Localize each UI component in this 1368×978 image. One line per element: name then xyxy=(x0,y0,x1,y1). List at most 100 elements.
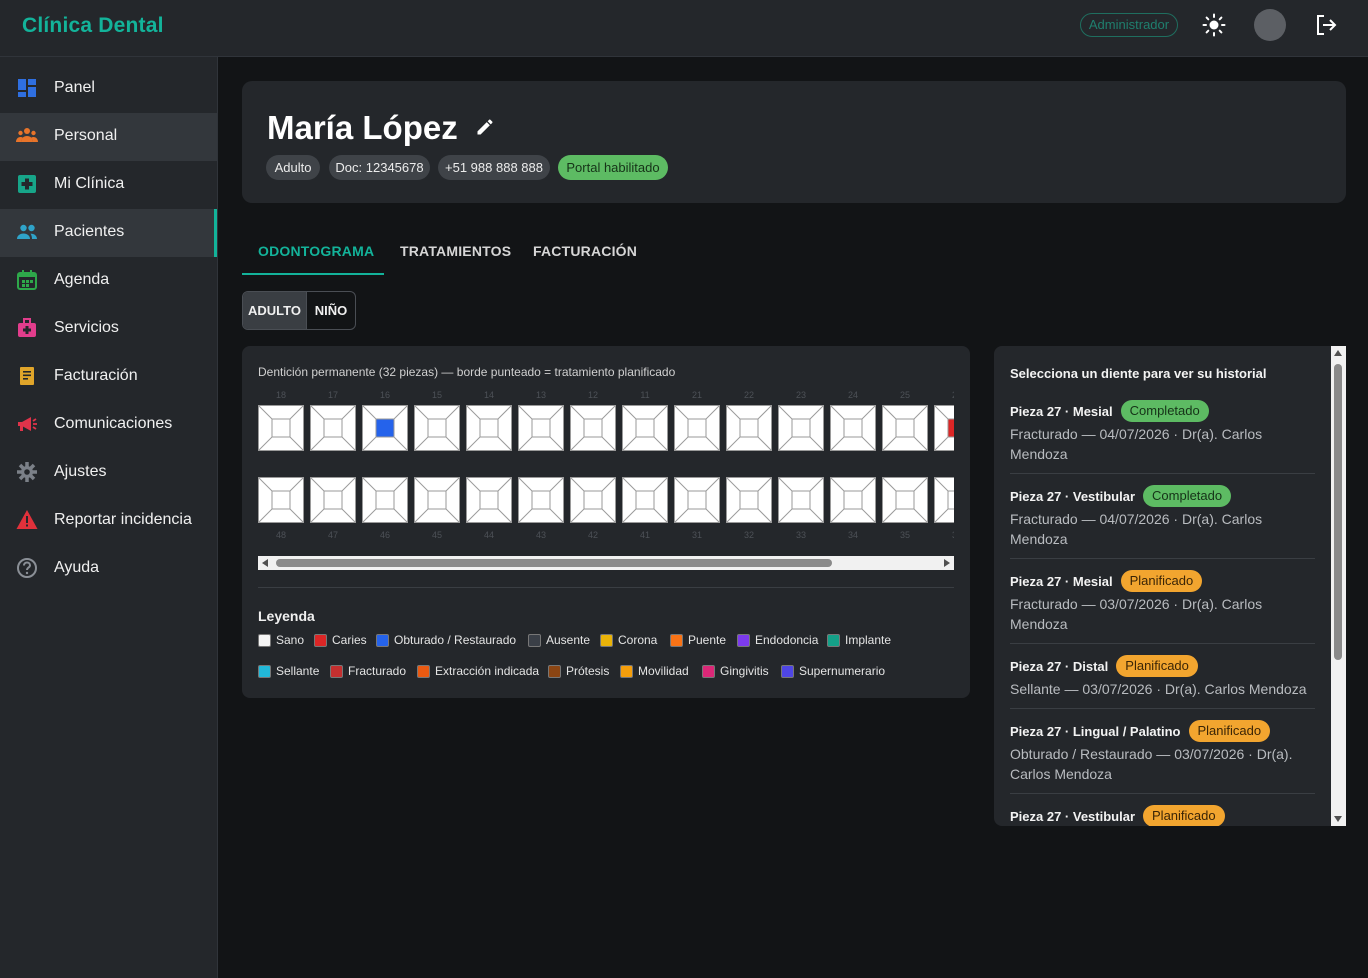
sidebar-item-reportar-incidencia[interactable]: Reportar incidencia xyxy=(0,497,217,545)
app-brand[interactable]: Clínica Dental xyxy=(22,14,164,38)
child-toggle-button[interactable]: NIÑO xyxy=(307,292,355,329)
adult-toggle-button[interactable]: ADULTO xyxy=(243,292,307,329)
scroll-left-icon[interactable] xyxy=(262,559,268,567)
legend-label: Sellante xyxy=(276,664,320,678)
sidebar-item-personal[interactable]: Personal xyxy=(0,113,217,161)
tooth-41[interactable] xyxy=(622,477,668,523)
sidebar-item-facturación[interactable]: Facturación xyxy=(0,353,217,401)
history-entry[interactable]: Pieza 27 · Vestibular Completado Fracturad… xyxy=(1010,484,1315,559)
pencil-icon[interactable] xyxy=(475,117,495,137)
legend-item: Implante xyxy=(827,632,891,648)
sun-icon[interactable] xyxy=(1202,13,1226,37)
tooth-42[interactable] xyxy=(570,477,616,523)
tooth-44[interactable] xyxy=(466,477,512,523)
tooth-47[interactable] xyxy=(310,477,356,523)
scroll-right-icon[interactable] xyxy=(944,559,950,567)
vertical-scrollbar[interactable] xyxy=(1331,346,1346,826)
tab-tratamientos[interactable]: TRATAMIENTOS xyxy=(400,243,511,259)
tooth-15[interactable] xyxy=(414,405,460,451)
tooth-45[interactable] xyxy=(414,477,460,523)
history-entry[interactable]: Pieza 27 · Vestibular Planificado xyxy=(1010,804,1315,826)
document-chip: Doc: 12345678 xyxy=(329,155,430,180)
tooth-14[interactable] xyxy=(466,405,512,451)
tooth-17[interactable] xyxy=(310,405,356,451)
sidebar-item-label: Ayuda xyxy=(54,559,100,576)
horizontal-scrollbar[interactable] xyxy=(258,556,954,570)
legend-label: Obturado / Restaurado xyxy=(394,633,517,647)
tooth-16[interactable] xyxy=(362,405,408,451)
scroll-up-icon[interactable] xyxy=(1334,350,1342,356)
logout-icon[interactable] xyxy=(1314,13,1338,37)
tooth-23[interactable] xyxy=(778,405,824,451)
sidebar-item-mi-clínica[interactable]: Mi Clínica xyxy=(0,161,217,209)
legend-swatch xyxy=(330,664,343,678)
tooth-number: 26 xyxy=(934,390,954,400)
tooth-26[interactable] xyxy=(934,405,954,451)
scroll-down-icon[interactable] xyxy=(1334,816,1342,822)
tooth-number: 48 xyxy=(275,530,286,540)
legend-swatch xyxy=(376,633,389,647)
sidebar-item-pacientes[interactable]: Pacientes xyxy=(0,209,217,257)
tooth-number: 43 xyxy=(535,530,546,540)
sidebar-item-servicios[interactable]: Servicios xyxy=(0,305,217,353)
sidebar-item-label: Servicios xyxy=(54,319,119,336)
avatar[interactable] xyxy=(1254,9,1286,41)
legend-item: Puente xyxy=(670,632,726,648)
tooth-33[interactable] xyxy=(778,477,824,523)
tooth-46[interactable] xyxy=(362,477,408,523)
tooth-31[interactable] xyxy=(674,477,720,523)
sidebar-item-label: Agenda xyxy=(54,271,110,288)
sidebar-item-ajustes[interactable]: Ajustes xyxy=(0,449,217,497)
tooth-25[interactable] xyxy=(882,405,928,451)
history-entry[interactable]: Pieza 27 · Mesial Completado Fracturado — … xyxy=(1010,399,1315,474)
tooth-43[interactable] xyxy=(518,477,564,523)
tooth-11[interactable] xyxy=(622,405,668,451)
tooth-surface-diagram xyxy=(310,477,356,523)
tooth-number: 24 xyxy=(847,390,858,400)
tooth-22[interactable] xyxy=(726,405,772,451)
legend-item: Fracturado xyxy=(330,663,406,679)
sidebar-item-comunicaciones[interactable]: Comunicaciones xyxy=(0,401,217,449)
tooth-surface-diagram xyxy=(570,477,616,523)
tooth-number: 33 xyxy=(795,530,806,540)
horizontal-scroll-thumb[interactable] xyxy=(276,559,832,567)
sidebar-item-ayuda[interactable]: Ayuda xyxy=(0,545,217,593)
tooth-36[interactable] xyxy=(934,477,954,523)
history-entry-header: Pieza 27 · Vestibular Planificado xyxy=(1010,804,1315,826)
tooth-surface-diagram xyxy=(310,405,356,451)
role-badge: Administrador xyxy=(1080,13,1178,37)
tooth-12[interactable] xyxy=(570,405,616,451)
tooth-number: 41 xyxy=(639,530,650,540)
tooth-21[interactable] xyxy=(674,405,720,451)
teeth-scroll-area[interactable]: 18 17 16 15 14 13 12 11 21 22 23 24 25 26 48 47 46 45 44 43… xyxy=(258,386,954,546)
legend-swatch xyxy=(600,633,613,647)
tooth-35[interactable] xyxy=(882,477,928,523)
tooth-number: 44 xyxy=(483,530,494,540)
history-entry[interactable]: Pieza 27 · Mesial Planificado Fracturado —… xyxy=(1010,569,1315,644)
tooth-32[interactable] xyxy=(726,477,772,523)
sidebar-item-label: Pacientes xyxy=(54,223,125,240)
tooth-history-panel[interactable]: Selecciona un diente para ver su histori… xyxy=(994,346,1346,826)
tab-odontograma[interactable]: ODONTOGRAMA xyxy=(258,243,374,259)
history-entry[interactable]: Pieza 27 · Lingual / Palatino Planificado… xyxy=(1010,719,1315,794)
age-chip: Adulto xyxy=(266,155,320,180)
tooth-surface-diagram xyxy=(414,405,460,451)
tooth-surface-diagram xyxy=(570,405,616,451)
gear-icon xyxy=(17,462,37,482)
sidebar-item-panel[interactable]: Panel xyxy=(0,65,217,113)
tab-facturacion[interactable]: FACTURACIÓN xyxy=(533,243,637,259)
legend-swatch xyxy=(258,633,271,647)
tooth-number: 18 xyxy=(275,390,286,400)
tooth-34[interactable] xyxy=(830,477,876,523)
tooth-24[interactable] xyxy=(830,405,876,451)
legend-item: Gingivitis xyxy=(702,663,769,679)
history-entry-header: Pieza 27 · Mesial Planificado xyxy=(1010,569,1315,593)
legend-label: Supernumerario xyxy=(799,664,886,678)
sidebar-item-agenda[interactable]: Agenda xyxy=(0,257,217,305)
legend-item: Extracción indicada xyxy=(417,663,539,679)
tooth-18[interactable] xyxy=(258,405,304,451)
tooth-48[interactable] xyxy=(258,477,304,523)
history-entry[interactable]: Pieza 27 · Distal Planificado Sellante — 0… xyxy=(1010,654,1315,709)
vertical-scroll-thumb[interactable] xyxy=(1334,364,1342,660)
tooth-13[interactable] xyxy=(518,405,564,451)
